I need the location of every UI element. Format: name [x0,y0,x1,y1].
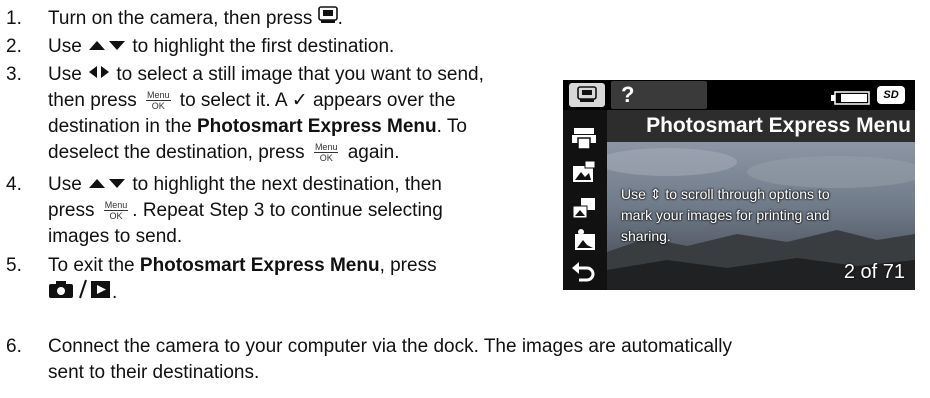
step-number: 6. [6,336,22,357]
photosmart-express-tab [569,83,605,107]
step-number: 5. [6,255,22,276]
checkmark-icon: ✓ [291,90,308,111]
print-icon [571,126,597,150]
sd-card-icon: SD [877,86,905,104]
menu-name: Photosmart Express Menu [196,116,437,137]
up-down-arrows-icon [87,172,127,198]
up-down-arrows-icon [87,34,127,60]
menu-ok-button-icon: Menu OK [313,142,339,164]
battery-icon [831,89,871,111]
share-icon [571,160,597,182]
camera-screen-title: Photosmart Express Menu [607,110,915,142]
step-number: 3. [6,64,22,85]
send-image-icon [571,196,597,219]
menu-ok-button-icon: Menu OK [146,90,171,112]
camera-screen-sidebar [563,110,607,290]
step-text: Turn on the camera, then press [48,8,318,30]
camera-screen: ? SD Photosmart Express Menu Use ⇕ to sc… [563,80,915,290]
camera-playback-toggle-icon [48,279,112,307]
photosmart-express-icon [317,6,338,32]
help-tab: ? [611,81,707,109]
menu-ok-button-icon: Menu OK [103,200,129,222]
help-icon: ? [621,82,635,107]
buy-prints-icon [571,228,597,250]
image-counter: 2 of 71 [843,261,905,283]
left-right-arrows-icon [87,62,111,88]
step-number: 4. [6,174,22,195]
step-number: 1. [6,8,22,29]
camera-screen-topbar: ? SD [563,80,915,110]
help-message: Use ⇕ to scroll through options to mark … [621,186,830,244]
step-number: 2. [6,36,22,57]
menu-name: Photosmart Express Menu [139,255,380,276]
back-arrow-icon [571,260,597,282]
